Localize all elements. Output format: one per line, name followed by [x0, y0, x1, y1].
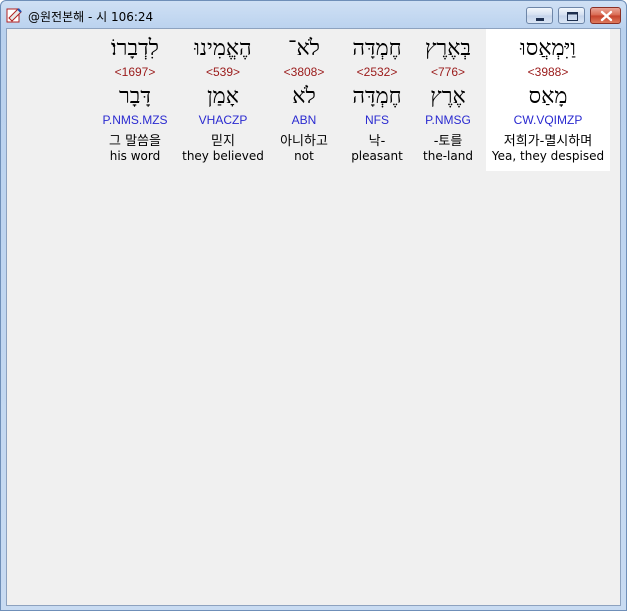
interlinear-view[interactable]: וַיִּמְאֲסוּ <3988> מָאַס CW.VQIMZP 저희가-…: [6, 28, 621, 606]
strong-number[interactable]: <539>: [179, 65, 267, 79]
strong-number[interactable]: <2532>: [343, 65, 411, 79]
parsing-code: NFS: [365, 113, 389, 127]
hebrew-root: מָאַס: [528, 84, 568, 109]
korean-gloss: 저희가-멸시하며: [503, 134, 593, 149]
hebrew-word: הֶאֱמִינוּ: [194, 36, 252, 61]
strong-number[interactable]: <3988>: [486, 65, 610, 79]
word-column-5[interactable]: הֶאֱמִינוּ <539> אָמַן VHACZP 믿지 they be…: [179, 29, 267, 171]
english-gloss: they believed: [182, 149, 264, 163]
window-title: @원전본해 - 시 106:24: [28, 10, 154, 24]
english-gloss: pleasant: [351, 149, 403, 163]
word-column-6[interactable]: לִדְבָרוֹ׃ <1697> דָּבָר P.NMS.MZS 그 말씀을…: [95, 29, 175, 171]
word-column-4[interactable]: לֹא־ <3808> לֹא ABN 아니하고 not: [269, 29, 339, 171]
hebrew-root: לֹא: [292, 84, 316, 109]
parsing-code: P.NMSG: [425, 113, 471, 127]
minimize-button[interactable]: [526, 7, 553, 24]
hebrew-root: אֶרֶץ: [430, 84, 466, 109]
strong-number[interactable]: <3808>: [269, 65, 339, 79]
hebrew-word: לִדְבָרוֹ׃: [111, 36, 159, 61]
hebrew-word: חֶמְדָּה: [352, 36, 402, 61]
hebrew-word: וַיִּמְאֲסוּ: [520, 36, 576, 61]
korean-gloss: 낙-: [368, 134, 386, 149]
hebrew-root: חֶמְדָּה: [352, 84, 402, 109]
english-gloss: Yea, they despised: [491, 149, 605, 163]
maximize-icon: [567, 12, 578, 21]
title-bar[interactable]: @원전본해 - 시 106:24: [1, 1, 626, 29]
parsing-code: VHACZP: [198, 113, 248, 127]
word-column-3[interactable]: חֶמְדָּה <2532> חֶמְדָּה NFS 낙- pleasant: [343, 29, 411, 171]
word-column-1[interactable]: וַיִּמְאֲסוּ <3988> מָאַס CW.VQIMZP 저희가-…: [486, 29, 610, 171]
hebrew-root: דָּבָר: [119, 84, 151, 109]
maximize-button[interactable]: [558, 7, 585, 24]
word-column-2[interactable]: בְּאֶרֶץ <776> אֶרֶץ P.NMSG -토를 the-land: [413, 29, 483, 171]
close-icon: [600, 10, 613, 22]
hebrew-word: בְּאֶרֶץ: [424, 36, 472, 61]
strong-number[interactable]: <1697>: [95, 65, 175, 79]
strong-number[interactable]: <776>: [413, 65, 483, 79]
korean-gloss: 아니하고: [280, 134, 328, 149]
parsing-code: CW.VQIMZP: [513, 113, 583, 127]
korean-gloss: -토를: [433, 134, 463, 149]
hebrew-root: אָמַן: [207, 84, 239, 109]
korean-gloss: 그 말씀을: [109, 134, 161, 149]
english-gloss: not: [294, 149, 314, 163]
app-icon: [6, 6, 24, 24]
app-window: @원전본해 - 시 106:24 וַיִּמְאֲסוּ <3988> מָא…: [0, 0, 627, 611]
hebrew-word: לֹא־: [288, 36, 320, 61]
minimize-icon: [536, 18, 544, 21]
parsing-code: ABN: [291, 113, 317, 127]
close-button[interactable]: [590, 7, 621, 24]
english-gloss: his word: [109, 149, 161, 163]
english-gloss: the-land: [423, 149, 473, 163]
parsing-code: P.NMS.MZS: [102, 113, 168, 127]
korean-gloss: 믿지: [211, 134, 235, 149]
